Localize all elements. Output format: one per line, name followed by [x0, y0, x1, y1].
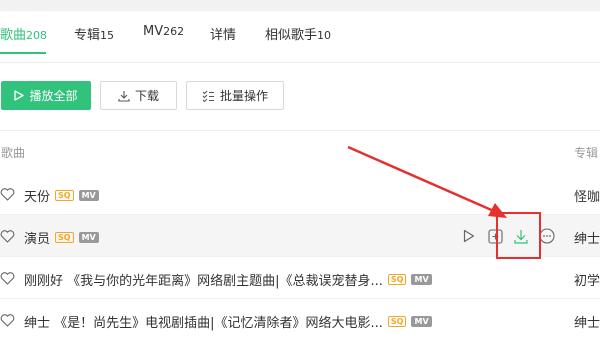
- song-album[interactable]: 绅士: [574, 312, 600, 331]
- column-header-song[interactable]: 歌曲: [1, 144, 25, 161]
- tab-similar-artists-count: 10: [317, 29, 332, 42]
- mv-badge[interactable]: MV: [411, 274, 432, 285]
- song-title-text: 绅士 《是！尚先生》电视剧插曲|《记忆清除者》网络大电影...: [24, 316, 383, 331]
- song-row[interactable]: 刚刚好 《我与你的光年距离》网络剧主题曲|《总裁误宠替身... SQ MV 初学: [0, 257, 600, 299]
- song-title[interactable]: 绅士 《是！尚先生》电视剧插曲|《记忆清除者》网络大电影... SQ MV: [24, 312, 432, 331]
- song-title-text: 演员: [24, 232, 51, 247]
- active-tab-indicator: [0, 52, 46, 54]
- heart-icon[interactable]: [0, 312, 15, 331]
- sq-badge: SQ: [55, 232, 74, 243]
- annotation-highlight-box: [496, 212, 541, 259]
- tab-albums[interactable]: 专辑15: [74, 24, 114, 54]
- heart-icon[interactable]: [0, 228, 15, 247]
- download-icon: [118, 90, 130, 102]
- song-title-text: 刚刚好 《我与你的光年距离》网络剧主题曲|《总裁误宠替身...: [24, 274, 383, 289]
- mv-badge[interactable]: MV: [411, 316, 432, 327]
- sq-badge: SQ: [55, 190, 74, 201]
- batch-operation-label: 批量操作: [219, 89, 268, 103]
- play-all-label: 播放全部: [29, 89, 78, 103]
- play-icon: [14, 90, 25, 101]
- top-bar: [0, 0, 600, 11]
- song-album[interactable]: 绅士: [574, 228, 600, 247]
- tab-albums-label: 专辑: [74, 28, 101, 43]
- batch-operation-button[interactable]: 批量操作: [186, 81, 284, 110]
- header-divider: [0, 130, 600, 131]
- mv-badge[interactable]: MV: [78, 190, 99, 201]
- heart-icon[interactable]: [0, 270, 15, 289]
- tab-songs[interactable]: 歌曲208: [0, 24, 47, 54]
- song-album[interactable]: 怪咖: [574, 186, 600, 205]
- mv-badge[interactable]: MV: [78, 232, 99, 243]
- play-all-button[interactable]: 播放全部: [1, 81, 91, 110]
- download-button[interactable]: 下载: [100, 81, 177, 110]
- tab-details-label: 详情: [210, 28, 237, 43]
- column-header-album[interactable]: 专辑: [574, 144, 598, 161]
- tab-similar-artists-label: 相似歌手: [265, 28, 318, 43]
- tab-mv-count: 262: [163, 25, 185, 38]
- song-album[interactable]: 初学: [574, 270, 600, 289]
- tabs-divider: [0, 62, 600, 63]
- play-icon[interactable]: [460, 227, 478, 245]
- tab-songs-count: 208: [26, 29, 48, 42]
- tab-songs-label: 歌曲: [0, 28, 27, 43]
- tab-similar-artists[interactable]: 相似歌手10: [265, 24, 331, 54]
- song-row[interactable]: 天份 SQ MV 怪咖: [0, 173, 600, 215]
- heart-icon[interactable]: [0, 186, 15, 205]
- batch-icon: [202, 90, 214, 102]
- tab-albums-count: 15: [100, 29, 115, 42]
- song-title[interactable]: 天份 SQ MV: [24, 186, 99, 205]
- tab-details[interactable]: 详情: [210, 24, 236, 54]
- song-title[interactable]: 刚刚好 《我与你的光年距离》网络剧主题曲|《总裁误宠替身... SQ MV: [24, 270, 432, 289]
- song-title-text: 天份: [24, 190, 51, 205]
- tab-mv[interactable]: MV262: [143, 24, 184, 54]
- song-title[interactable]: 演员 SQ MV: [24, 228, 99, 247]
- download-label: 下载: [134, 89, 159, 103]
- song-row[interactable]: 绅士 《是！尚先生》电视剧插曲|《记忆清除者》网络大电影... SQ MV 绅士: [0, 299, 600, 338]
- tab-mv-label: MV: [143, 24, 164, 39]
- sq-badge: SQ: [387, 274, 407, 285]
- sq-badge: SQ: [387, 316, 407, 327]
